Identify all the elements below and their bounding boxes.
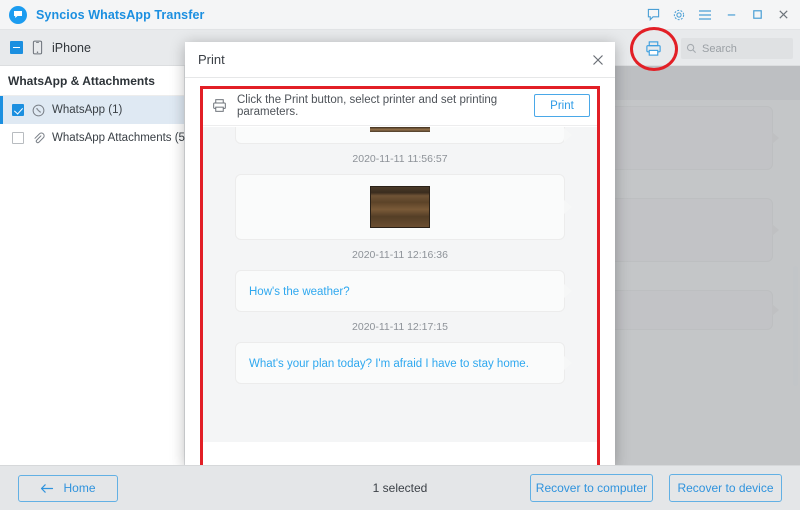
printer-icon bbox=[212, 98, 227, 113]
print-dialog: Print Click the Print button, select pri… bbox=[185, 42, 615, 476]
message-timestamp: 2020-11-11 12:16:36 bbox=[352, 249, 448, 261]
dialog-close-icon[interactable] bbox=[581, 43, 615, 77]
photo-thumbnail[interactable] bbox=[370, 127, 430, 132]
whatsapp-checkbox[interactable] bbox=[12, 104, 24, 116]
message-bubble-image[interactable] bbox=[235, 174, 572, 240]
recover-to-device-button[interactable]: Recover to device bbox=[669, 474, 782, 502]
phone-icon bbox=[32, 40, 43, 55]
bottom-bar: Home 1 selected Recover to computer Reco… bbox=[0, 465, 800, 510]
instruction-bar: Click the Print button, select printer a… bbox=[200, 86, 600, 126]
dialog-header: Print bbox=[185, 42, 615, 78]
sidebar-item-label: WhatsApp (1) bbox=[52, 104, 123, 116]
feedback-icon[interactable] bbox=[640, 2, 666, 28]
menu-icon[interactable] bbox=[692, 2, 718, 28]
search-icon bbox=[686, 43, 697, 54]
search-placeholder: Search bbox=[702, 42, 737, 55]
message-bubble-image[interactable] bbox=[235, 127, 572, 144]
titlebar-controls bbox=[640, 2, 796, 28]
message-timestamp: 2020-11-11 12:17:15 bbox=[352, 321, 448, 333]
recover-to-computer-button[interactable]: Recover to computer bbox=[530, 474, 653, 502]
paperclip-icon bbox=[32, 132, 45, 145]
message-bubble-text[interactable]: How's the weather? bbox=[235, 270, 572, 312]
message-text: How's the weather? bbox=[249, 286, 350, 298]
title-bar: Syncios WhatsApp Transfer bbox=[0, 0, 800, 30]
collapse-box-icon[interactable] bbox=[10, 41, 23, 54]
chat-scrollbar[interactable] bbox=[793, 266, 798, 386]
device-name: iPhone bbox=[52, 40, 91, 55]
search-input[interactable]: Search bbox=[681, 38, 793, 59]
bottom-actions: Recover to computer Recover to device bbox=[530, 474, 782, 502]
dialog-body: Click the Print button, select printer a… bbox=[200, 86, 600, 476]
maximize-icon[interactable] bbox=[744, 2, 770, 28]
whatsapp-icon bbox=[32, 104, 45, 117]
home-button-label: Home bbox=[63, 481, 96, 495]
print-button[interactable]: Print bbox=[534, 94, 590, 117]
instruction-text: Click the Print button, select printer a… bbox=[237, 93, 498, 118]
dialog-title: Print bbox=[198, 52, 225, 67]
app-logo-icon bbox=[9, 5, 27, 24]
arrow-left-icon bbox=[40, 483, 54, 494]
application-window: Syncios WhatsApp Transfer iPhone WhatsAp… bbox=[0, 0, 800, 510]
message-bubble-text[interactable]: What's your plan today? I'm afraid I hav… bbox=[235, 342, 572, 384]
message-text: What's your plan today? I'm afraid I hav… bbox=[249, 358, 529, 370]
sidebar-header: WhatsApp & Attachments bbox=[0, 66, 184, 96]
close-icon[interactable] bbox=[770, 2, 796, 28]
home-button[interactable]: Home bbox=[18, 474, 118, 502]
sidebar: WhatsApp & Attachments WhatsApp (1) What… bbox=[0, 66, 189, 465]
print-preview: 2020-11-11 11:56:57 2020-11-11 12:16:36 … bbox=[200, 127, 600, 476]
printer-icon[interactable] bbox=[637, 33, 669, 63]
photo-thumbnail[interactable] bbox=[370, 186, 430, 228]
message-timestamp: 2020-11-11 11:56:57 bbox=[352, 153, 448, 165]
attachments-checkbox[interactable] bbox=[12, 132, 24, 144]
minimize-icon[interactable] bbox=[718, 2, 744, 28]
sidebar-item-whatsapp[interactable]: WhatsApp (1) bbox=[0, 96, 184, 124]
sidebar-item-label: WhatsApp Attachments (5) bbox=[52, 132, 189, 144]
dialog-footer bbox=[185, 442, 615, 466]
app-title: Syncios WhatsApp Transfer bbox=[36, 7, 205, 22]
sidebar-item-whatsapp-attachments[interactable]: WhatsApp Attachments (5) bbox=[0, 124, 189, 152]
settings-gear-icon[interactable] bbox=[666, 2, 692, 28]
